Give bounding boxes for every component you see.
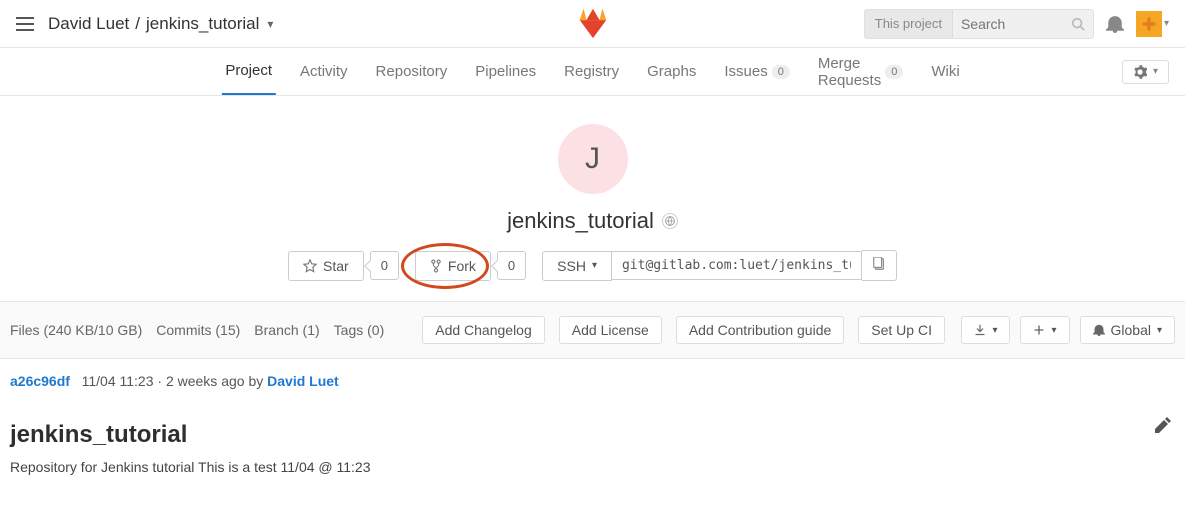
user-menu[interactable]: ▾: [1136, 11, 1169, 37]
tab-repository[interactable]: Repository: [372, 48, 452, 95]
search-scope-label[interactable]: This project: [865, 10, 953, 38]
issues-count-badge: 0: [772, 65, 790, 79]
download-menu[interactable]: ▾: [961, 316, 1010, 344]
tab-registry[interactable]: Registry: [560, 48, 623, 95]
chevron-down-icon: ▾: [1164, 18, 1169, 29]
tab-graphs[interactable]: Graphs: [643, 48, 700, 95]
commit-sha[interactable]: a26c96df: [10, 373, 70, 389]
commit-author[interactable]: David Luet: [267, 373, 339, 389]
chevron-down-icon: ▾: [1051, 325, 1056, 336]
setup-ci-button[interactable]: Set Up CI: [858, 316, 945, 344]
fork-count[interactable]: 0: [497, 251, 526, 280]
chevron-down-icon: ▾: [592, 260, 597, 271]
project-avatar: J: [558, 124, 628, 194]
search-group[interactable]: This project: [864, 9, 1094, 39]
plus-icon: [1033, 324, 1045, 336]
commits-stat[interactable]: Commits (15): [156, 322, 240, 338]
star-icon: [303, 259, 317, 273]
tab-project[interactable]: Project: [221, 48, 276, 95]
clone-url-input[interactable]: [612, 251, 862, 280]
tab-merge-requests[interactable]: Merge Requests0: [814, 48, 908, 95]
clone-protocol-dropdown[interactable]: SSH ▾: [542, 251, 612, 281]
settings-menu[interactable]: ▾: [1122, 60, 1169, 84]
download-icon: [974, 324, 986, 336]
chevron-down-icon: ▾: [1153, 66, 1158, 77]
last-commit-row: a26c96df 11/04 11:23 · 2 weeks ago by Da…: [0, 359, 1185, 403]
fork-button[interactable]: Fork: [415, 251, 491, 281]
fork-icon: [430, 259, 442, 273]
project-nav-tabs: Project Activity Repository Pipelines Re…: [221, 48, 963, 95]
gear-icon: [1133, 65, 1147, 79]
breadcrumb-owner[interactable]: David Luet: [48, 14, 129, 34]
hamburger-icon[interactable]: [16, 17, 36, 31]
tab-activity[interactable]: Activity: [296, 48, 352, 95]
readme-title: jenkins_tutorial: [10, 421, 1175, 449]
bell-icon[interactable]: [1106, 15, 1124, 33]
clipboard-icon: [872, 257, 886, 271]
readme-body: Repository for Jenkins tutorial This is …: [10, 459, 1175, 475]
add-menu[interactable]: ▾: [1020, 316, 1069, 344]
fork-group: Fork 0: [415, 251, 526, 281]
clone-group: SSH ▾: [542, 250, 897, 281]
tab-issues[interactable]: Issues0: [720, 48, 793, 95]
globe-icon: [662, 213, 678, 229]
breadcrumb[interactable]: David Luet / jenkins_tutorial ▾: [48, 14, 273, 34]
notification-menu[interactable]: Global ▾: [1080, 316, 1176, 344]
project-title: jenkins_tutorial: [507, 208, 678, 234]
tab-wiki[interactable]: Wiki: [927, 48, 963, 95]
chevron-down-icon: ▾: [1157, 325, 1162, 336]
mr-count-badge: 0: [885, 65, 903, 79]
bell-icon: [1093, 324, 1105, 336]
search-icon[interactable]: [1063, 17, 1093, 31]
search-input[interactable]: [953, 16, 1063, 32]
avatar: [1136, 11, 1162, 37]
star-group: Star 0: [288, 251, 399, 281]
copy-url-button[interactable]: [862, 250, 897, 281]
commit-relative-time: 2 weeks ago: [166, 373, 245, 389]
add-license-button[interactable]: Add License: [559, 316, 662, 344]
breadcrumb-separator: /: [135, 14, 140, 34]
chevron-down-icon[interactable]: ▾: [267, 17, 273, 31]
add-contribution-button[interactable]: Add Contribution guide: [676, 316, 844, 344]
star-button[interactable]: Star: [288, 251, 364, 281]
files-stat[interactable]: Files (240 KB/10 GB): [10, 322, 142, 338]
tags-stat[interactable]: Tags (0): [334, 322, 385, 338]
gitlab-logo-icon[interactable]: [576, 6, 610, 43]
breadcrumb-project[interactable]: jenkins_tutorial: [146, 14, 259, 34]
branch-stat[interactable]: Branch (1): [254, 322, 319, 338]
tab-pipelines[interactable]: Pipelines: [471, 48, 540, 95]
star-count[interactable]: 0: [370, 251, 399, 280]
add-changelog-button[interactable]: Add Changelog: [422, 316, 545, 344]
pencil-icon[interactable]: [1155, 417, 1171, 433]
chevron-down-icon: ▾: [992, 325, 997, 336]
commit-time: 11/04 11:23: [82, 373, 154, 389]
